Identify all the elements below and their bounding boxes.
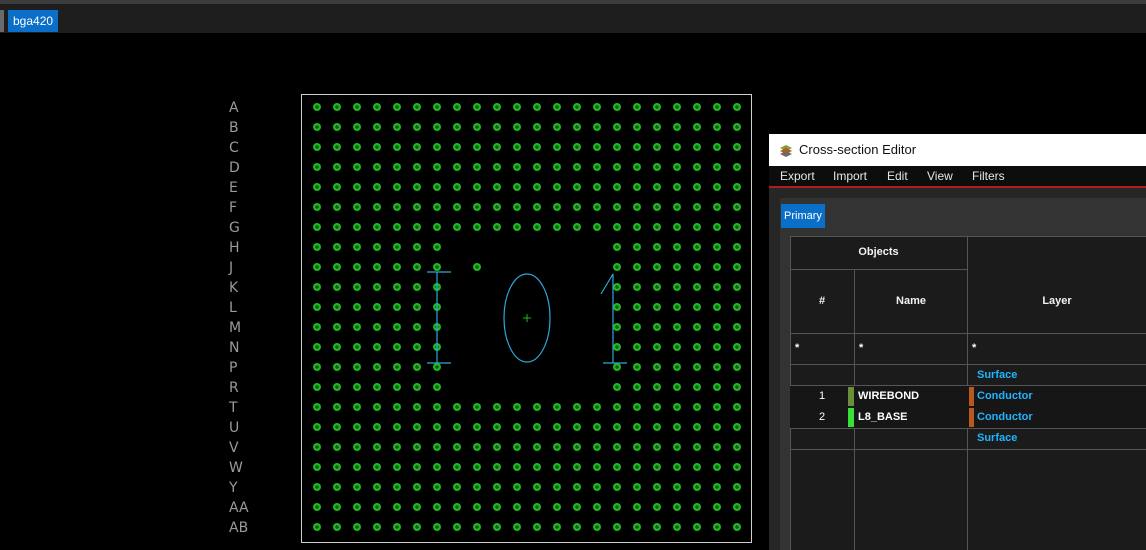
grid-line [790, 449, 1146, 450]
row-label: R [229, 380, 239, 396]
menu-import[interactable]: Import [833, 166, 867, 186]
row-layer: Surface [977, 369, 1018, 381]
menu-export[interactable]: Export [780, 166, 815, 186]
object-color-swatch [848, 387, 854, 406]
row-label: E [229, 180, 238, 196]
column-header-layer[interactable]: Layer [968, 270, 1146, 333]
table-row[interactable]: 1 WIREBOND Conductor [790, 386, 1146, 407]
menu-filters[interactable]: Filters [972, 166, 1005, 186]
row-label: V [229, 440, 239, 456]
row-label: Y [228, 480, 238, 496]
menu-view[interactable]: View [927, 166, 953, 186]
row-name: L8_BASE [858, 411, 908, 423]
row-label: H [229, 240, 240, 256]
row-label: K [229, 280, 239, 296]
die-marking [427, 271, 627, 364]
row-layer: Conductor [977, 411, 1033, 423]
row-label: D [229, 160, 240, 176]
row-number: 1 [818, 390, 826, 402]
layer-color-swatch [969, 408, 974, 427]
row-label: B [229, 120, 239, 136]
row-label: W [229, 460, 243, 476]
row-number: 2 [818, 411, 826, 423]
row-label: F [229, 200, 237, 216]
layers-stack-icon [780, 145, 792, 157]
row-label: P [229, 360, 237, 376]
row-label: T [228, 400, 238, 416]
document-tab-bar: bga420 [0, 4, 1146, 33]
row-name: WIREBOND [858, 390, 920, 402]
table-row[interactable]: 2 L8_BASE Conductor [790, 407, 1146, 428]
filter-layer[interactable]: * [972, 342, 976, 354]
table-row[interactable]: Surface [790, 428, 1146, 449]
table-row[interactable]: Surface [790, 365, 1146, 386]
row-label: J [228, 260, 233, 276]
tab-primary[interactable]: Primary [781, 204, 825, 228]
row-label: G [229, 220, 240, 236]
row-label: AA [229, 500, 249, 516]
die-center-crosshair [523, 314, 531, 322]
object-color-swatch [848, 408, 854, 427]
row-label: C [229, 140, 239, 156]
window-title: Cross-section Editor [799, 142, 917, 157]
row-layer: Surface [977, 432, 1018, 444]
cross-section-table: Objects # Name Layer * * * Surface 1 WIR… [790, 236, 1146, 550]
row-label: A [229, 100, 239, 116]
row-label: N [229, 340, 239, 356]
grid-line [790, 333, 1146, 334]
filter-name[interactable]: * [859, 342, 863, 354]
row-label: AB [229, 520, 248, 536]
column-header-number[interactable]: # [790, 270, 854, 333]
row-label: L [229, 300, 237, 316]
row-layer: Conductor [977, 390, 1033, 402]
menu-bar: Export Import Edit View Filters [769, 166, 1146, 188]
row-label: U [229, 420, 239, 436]
objects-group-header: Objects [858, 246, 899, 258]
column-header-name[interactable]: Name [855, 270, 967, 333]
menu-edit[interactable]: Edit [887, 166, 908, 186]
filter-number[interactable]: * [795, 342, 799, 354]
layer-color-swatch [969, 387, 974, 406]
cross-section-editor-window[interactable]: Cross-section Editor Export Import Edit … [769, 134, 1146, 550]
tab-marker [0, 10, 4, 32]
row-labels: ABCDEFGHJKLMNPRTUVWYAAAB [228, 100, 249, 536]
row-label: M [229, 320, 241, 336]
document-tab-bga420[interactable]: bga420 [8, 10, 59, 32]
cross-section-editor-titlebar[interactable]: Cross-section Editor [769, 134, 1146, 166]
